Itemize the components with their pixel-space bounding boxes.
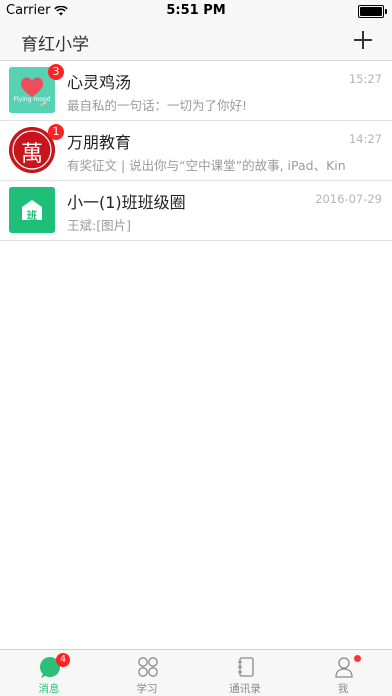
avatar-caption: Flying mood [13,96,51,103]
tab-label: 学习 [136,683,158,695]
avatar-logo-text: 萬 [20,142,43,167]
conversation-title: 心灵鸡汤 [67,73,132,92]
tab-label: 消息 [38,683,60,695]
conversation-item-class-circle[interactable]: 班 小一(1)班班级圈 2016-07-29 王斌:[图片] [0,181,392,241]
tab-learning[interactable]: 学习 [98,650,196,696]
conversation-item-wanpeng-jiaoyu[interactable]: 萬 1 万朋教育 14:27 有奖征文 | 说出你与“空中课堂”的故事, iPa… [0,121,392,181]
tab-badge: 4 [56,653,70,667]
conversation-time: 14:27 [348,132,382,146]
grid-icon [138,657,158,677]
tab-bar: 4 消息 学习 通讯录 我 [0,649,392,696]
tab-label: 我 [337,683,349,695]
avatar-class-text: 班 [27,211,37,222]
tab-label: 通讯录 [229,683,261,695]
add-button[interactable] [348,25,378,55]
conversation-item-xinling-jitang[interactable]: Flying mood 3 心灵鸡汤 15:27 最自私的一句话：一切为了你好! [0,61,392,121]
tab-contacts[interactable]: 通讯录 [196,650,294,696]
avatar: 班 [9,187,55,233]
nav-bar: 育红小学 [0,22,392,61]
unread-badge: 1 [48,124,64,140]
contacts-book-icon [238,657,254,677]
conversation-time: 2016-07-29 [315,192,382,206]
page-title: 育红小学 [21,35,89,55]
conversation-preview: 王斌:[图片] [67,218,131,233]
conversation-preview: 有奖征文 | 说出你与“空中课堂”的故事, iPad、Kin [67,158,346,173]
conversation-time: 15:27 [348,72,382,86]
notification-dot [354,655,361,662]
tab-me[interactable]: 我 [294,650,392,696]
person-icon [335,657,353,678]
status-time: 5:51 PM [166,3,226,18]
battery-icon [358,5,387,18]
tab-messages[interactable]: 4 消息 [0,650,98,696]
status-bar: Carrier 5:51 PM [0,0,392,22]
conversation-list: Flying mood 3 心灵鸡汤 15:27 最自私的一句话：一切为了你好!… [0,61,392,241]
conversation-title: 小一(1)班班级圈 [67,193,186,212]
conversation-title: 万朋教育 [67,133,132,152]
unread-badge: 3 [48,64,64,80]
conversation-preview: 最自私的一句话：一切为了你好! [67,98,248,113]
